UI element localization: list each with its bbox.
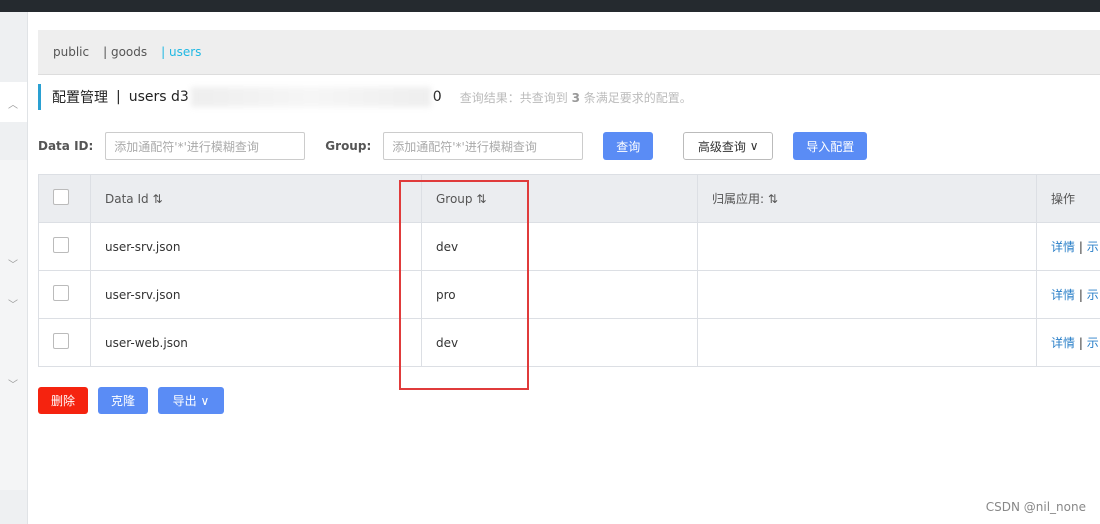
namespace-users[interactable]: | users: [161, 45, 201, 59]
chevron-down-icon[interactable]: ﹀: [8, 376, 18, 391]
header-data-id[interactable]: Data Id ⇅: [90, 174, 422, 223]
cell-app: [697, 318, 1037, 367]
namespace-public[interactable]: public: [53, 45, 89, 59]
search-bar: Data ID: 添加通配符'*'进行模糊查询 Group: 添加通配符'*'进…: [38, 132, 868, 160]
title-text: 配置管理: [52, 90, 108, 106]
title-separator: |: [116, 89, 121, 105]
query-button[interactable]: 查询: [603, 132, 654, 160]
chevron-down-icon: ∨: [749, 139, 759, 153]
group-input[interactable]: 添加通配符'*'进行模糊查询: [383, 132, 584, 160]
detail-link[interactable]: 详情: [1051, 240, 1075, 254]
page-title: 配置管理 | users d3 0 查询结果：共查询到 3 条满足要求的配置。: [38, 84, 692, 110]
header-actions: 操作: [1036, 174, 1100, 223]
top-bar: [0, 0, 1100, 12]
row-checkbox[interactable]: [53, 237, 69, 253]
namespace-goods[interactable]: | goods: [103, 45, 147, 59]
clone-button[interactable]: 克隆: [98, 387, 148, 414]
cell-app: [697, 270, 1037, 319]
sample-link[interactable]: 示: [1087, 240, 1099, 254]
row-checkbox[interactable]: [53, 285, 69, 301]
sample-link[interactable]: 示: [1087, 288, 1099, 302]
chevron-down-icon: ∨: [200, 393, 210, 408]
cell-data-id: user-web.json: [90, 318, 422, 367]
batch-actions: 删除 克隆 导出 ∨: [38, 387, 224, 414]
detail-link[interactable]: 详情: [1051, 288, 1075, 302]
table-row: user-srv.json dev 详情 | 示: [38, 222, 1100, 271]
import-config-button[interactable]: 导入配置: [793, 132, 868, 160]
data-id-input[interactable]: 添加通配符'*'进行模糊查询: [105, 132, 306, 160]
namespace-bar: public | goods | users: [38, 30, 1100, 75]
delete-button[interactable]: 删除: [38, 387, 88, 414]
table-header: Data Id ⇅ Group ⇅ 归属应用: ⇅ 操作: [38, 174, 1100, 223]
sample-link[interactable]: 示: [1087, 336, 1099, 350]
namespace-id-tail: 0: [432, 89, 442, 105]
row-checkbox[interactable]: [53, 333, 69, 349]
namespace-id: users d3: [128, 89, 189, 105]
cell-data-id: user-srv.json: [90, 222, 422, 271]
select-all-checkbox[interactable]: [53, 189, 69, 205]
header-app[interactable]: 归属应用: ⇅: [697, 174, 1037, 223]
chevron-down-icon[interactable]: ﹀: [8, 256, 18, 271]
chevron-down-icon[interactable]: ﹀: [8, 296, 18, 311]
watermark: CSDN @nil_none: [985, 500, 1086, 514]
highlight-box: [399, 180, 529, 390]
cell-app: [697, 222, 1037, 271]
data-id-label: Data ID:: [38, 139, 94, 153]
query-result: 查询结果：共查询到 3 条满足要求的配置。: [459, 90, 692, 105]
advanced-query-button[interactable]: 高级查询 ∨: [683, 132, 774, 160]
export-button[interactable]: 导出 ∨: [158, 387, 224, 414]
detail-link[interactable]: 详情: [1051, 336, 1075, 350]
cell-data-id: user-srv.json: [90, 270, 422, 319]
table-row: user-web.json dev 详情 | 示: [38, 318, 1100, 367]
sidebar: ︿ ﹀ ﹀ ﹀: [0, 12, 28, 524]
config-table: Data Id ⇅ Group ⇅ 归属应用: ⇅ 操作 user-srv.js…: [38, 174, 1100, 367]
redacted-blur: [190, 87, 431, 107]
group-label: Group:: [325, 139, 372, 153]
table-row: user-srv.json pro 详情 | 示: [38, 270, 1100, 319]
chevron-up-icon[interactable]: ︿: [8, 96, 18, 111]
sidebar-menu: [0, 160, 27, 490]
